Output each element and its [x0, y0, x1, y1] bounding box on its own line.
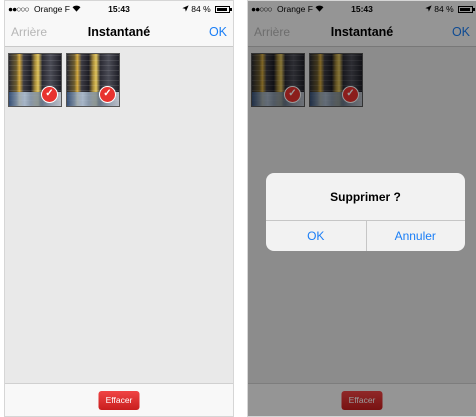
- delete-button[interactable]: Effacer: [98, 391, 140, 410]
- phone-screen-left: ●●○○○ Orange F 15:43 84 % Arrière Instan…: [4, 0, 234, 417]
- location-arrow-icon: [182, 4, 191, 14]
- page-title: Instantané: [87, 25, 151, 39]
- ok-button[interactable]: OK: [209, 25, 227, 39]
- phone-screen-right: ●●○○○ Orange F 15:43 84 % Arrière Instan…: [247, 0, 476, 417]
- alert-title: Supprimer ?: [330, 190, 401, 204]
- navigation-bar: Arrière Instantané OK: [5, 17, 233, 47]
- alert-cancel-button[interactable]: Annuler: [366, 221, 466, 251]
- status-bar: ●●○○○ Orange F 15:43 84 %: [5, 1, 233, 17]
- bottom-toolbar: Effacer: [5, 383, 233, 416]
- snapshot-thumbnail[interactable]: ✓: [8, 53, 62, 107]
- checkmark-icon: ✓: [99, 86, 116, 103]
- checkmark-icon: ✓: [41, 86, 58, 103]
- delete-confirm-alert: Supprimer ? OK Annuler: [266, 173, 465, 251]
- battery-percent: 84 %: [191, 4, 211, 14]
- alert-ok-button[interactable]: OK: [266, 221, 366, 251]
- battery-icon: [215, 6, 232, 13]
- snapshot-thumbnail[interactable]: ✓: [66, 53, 120, 107]
